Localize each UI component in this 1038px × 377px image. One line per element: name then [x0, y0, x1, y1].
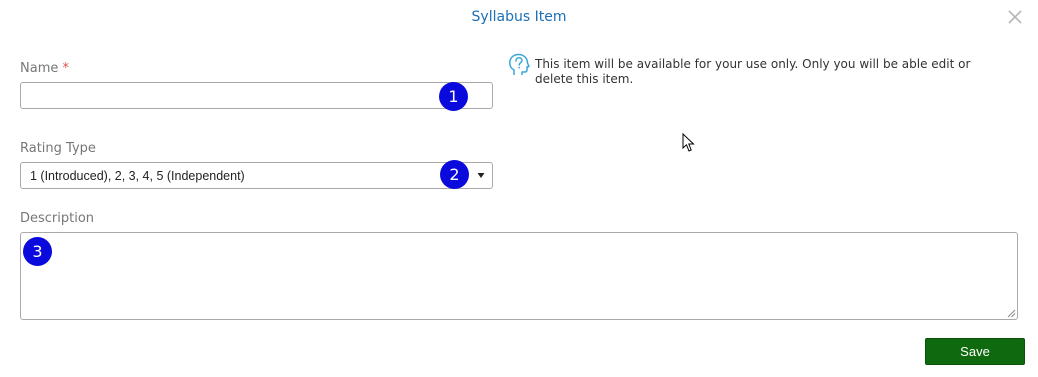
close-icon[interactable] [1006, 8, 1024, 26]
annotation-badge-3: 3 [23, 237, 52, 266]
rating-type-value: 1 (Introduced), 2, 3, 4, 5 (Independent) [30, 169, 245, 183]
name-label: Name * [20, 61, 69, 76]
info-text: This item will be available for your use… [535, 57, 971, 86]
name-input[interactable] [20, 82, 493, 109]
rating-type-label: Rating Type [20, 141, 96, 156]
resize-handle-icon[interactable] [1006, 308, 1016, 318]
question-head-icon [509, 53, 530, 75]
chevron-down-icon [477, 173, 485, 178]
description-label: Description [20, 211, 95, 226]
dialog-title: Syllabus Item [471, 9, 567, 25]
save-button[interactable]: Save [925, 338, 1025, 365]
name-label-text: Name [20, 61, 59, 76]
rating-type-select[interactable]: 1 (Introduced), 2, 3, 4, 5 (Independent) [20, 162, 493, 189]
annotation-badge-1: 1 [439, 82, 468, 111]
mouse-pointer-icon [682, 133, 695, 152]
syllabus-item-dialog: Syllabus Item Name * Rating Type 1 (Intr… [0, 0, 1038, 377]
required-marker: * [62, 61, 70, 76]
description-textarea[interactable] [20, 232, 1018, 320]
annotation-badge-2: 2 [440, 160, 469, 189]
